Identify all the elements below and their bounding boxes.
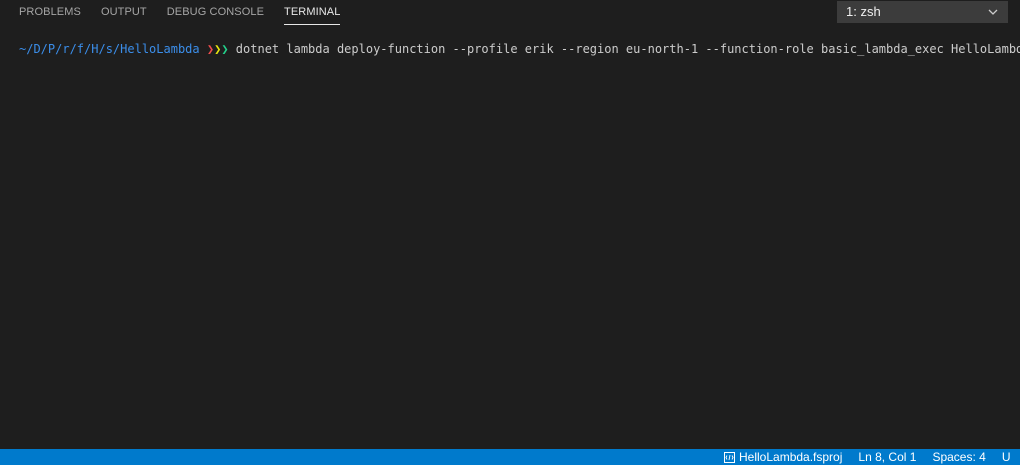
status-bar-right: HelloLambda.fsproj Ln 8, Col 1 Spaces: 4… bbox=[724, 449, 1018, 465]
prompt-arrow-green: ❯ bbox=[221, 42, 229, 56]
chevron-down-icon bbox=[988, 9, 998, 15]
panel-tabs: PROBLEMS OUTPUT DEBUG CONSOLE TERMINAL bbox=[19, 0, 341, 25]
terminal-select-dropdown[interactable]: 1: zsh bbox=[837, 1, 1008, 23]
prompt-path: ~/D/P/r/f/H/s/HelloLambda bbox=[19, 42, 200, 56]
tab-debug-console[interactable]: DEBUG CONSOLE bbox=[167, 0, 264, 24]
terminal-output[interactable]: ~/D/P/r/f/H/s/HelloLambda ❯❯❯ dotnet lam… bbox=[19, 41, 1020, 57]
status-file-label: HelloLambda.fsproj bbox=[739, 450, 843, 464]
terminal-panel: PROBLEMS OUTPUT DEBUG CONSOLE TERMINAL 1… bbox=[0, 0, 1020, 465]
status-bar: HelloLambda.fsproj Ln 8, Col 1 Spaces: 4… bbox=[0, 449, 1020, 465]
status-encoding[interactable]: U bbox=[994, 449, 1019, 465]
tab-terminal[interactable]: TERMINAL bbox=[284, 0, 341, 25]
tab-problems[interactable]: PROBLEMS bbox=[19, 0, 81, 24]
terminal-select-value: 1: zsh bbox=[846, 4, 881, 19]
command-text: dotnet lambda deploy-function --profile … bbox=[235, 42, 1020, 56]
prompt-arrow-red: ❯ bbox=[206, 42, 215, 56]
panel-header: PROBLEMS OUTPUT DEBUG CONSOLE TERMINAL 1… bbox=[0, 0, 1020, 25]
status-file[interactable]: HelloLambda.fsproj bbox=[724, 449, 850, 465]
status-cursor-position[interactable]: Ln 8, Col 1 bbox=[850, 449, 924, 465]
tab-output[interactable]: OUTPUT bbox=[101, 0, 147, 24]
status-indentation[interactable]: Spaces: 4 bbox=[924, 449, 993, 465]
file-code-icon bbox=[724, 451, 735, 463]
